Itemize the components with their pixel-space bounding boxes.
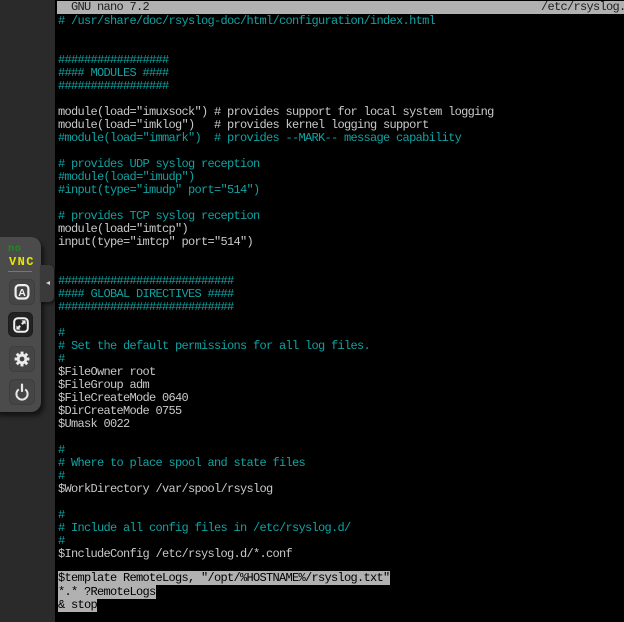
svg-text:A: A: [18, 286, 26, 298]
